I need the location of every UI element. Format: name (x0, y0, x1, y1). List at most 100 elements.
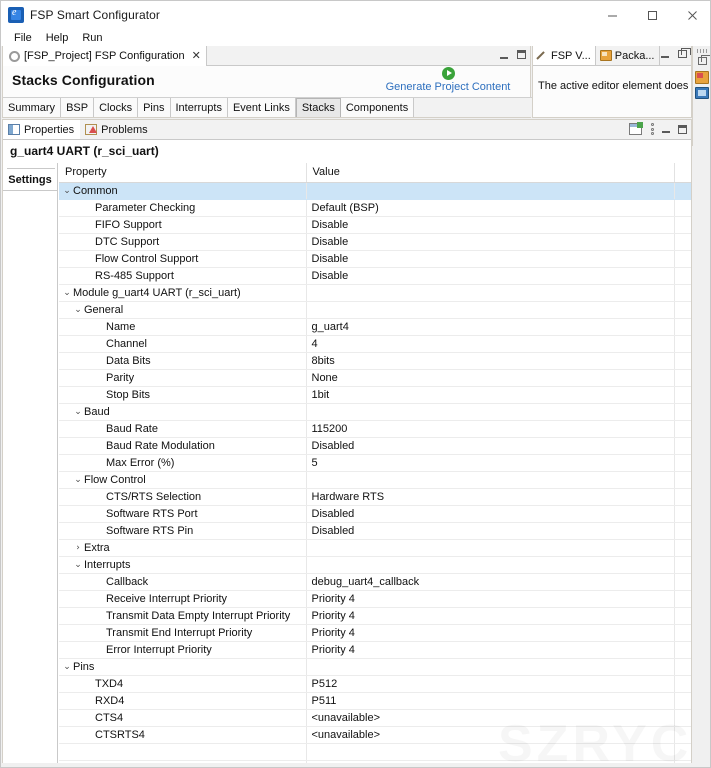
cell-property[interactable]: ›Extra (59, 539, 306, 556)
cell-property[interactable]: ⌄Baud (59, 403, 306, 420)
generate-project-content-label[interactable]: Generate Project Content (372, 81, 524, 93)
cell-value[interactable]: Priority 4 (306, 590, 674, 607)
cell-property[interactable]: Data Bits (59, 352, 306, 369)
table-row[interactable]: Software RTS PinDisabled (59, 522, 691, 539)
cell-value[interactable]: <unavailable> (306, 709, 674, 726)
menu-help[interactable]: Help (39, 31, 76, 45)
table-row[interactable]: DTC SupportDisable (59, 233, 691, 250)
minimize-icon[interactable] (661, 50, 669, 58)
cell-value[interactable]: Priority 4 (306, 624, 674, 641)
cell-property[interactable]: Callback (59, 573, 306, 590)
column-header-property[interactable]: Property (59, 163, 306, 182)
table-row[interactable]: Data Bits8bits (59, 352, 691, 369)
cell-value[interactable]: Disable (306, 267, 674, 284)
cell-property[interactable]: CTS4 (59, 709, 306, 726)
table-row[interactable]: Baud Rate ModulationDisabled (59, 437, 691, 454)
cell-value[interactable]: g_uart4 (306, 318, 674, 335)
cell-value[interactable]: <unavailable> (306, 726, 674, 743)
table-row[interactable]: ⌄Baud (59, 403, 691, 420)
cell-property[interactable]: Stop Bits (59, 386, 306, 403)
cell-value[interactable]: 5 (306, 454, 674, 471)
restore-icon[interactable] (678, 50, 687, 58)
console-icon[interactable] (695, 87, 709, 99)
cell-value[interactable]: Priority 4 (306, 607, 674, 624)
cell-property[interactable]: ⌄General (59, 301, 306, 318)
close-icon[interactable]: ✕ (192, 51, 201, 62)
tab-bsp[interactable]: BSP (61, 98, 94, 117)
chevron-down-icon[interactable]: ⌄ (61, 183, 73, 199)
tab-summary[interactable]: Summary (3, 98, 61, 117)
chevron-down-icon[interactable]: ⌄ (61, 659, 73, 675)
table-row[interactable]: ⌄Module g_uart4 UART (r_sci_uart) (59, 284, 691, 301)
tab-components[interactable]: Components (341, 98, 414, 117)
cell-value[interactable]: Priority 4 (306, 641, 674, 658)
cell-property[interactable]: Error Interrupt Priority (59, 641, 306, 658)
table-row[interactable]: ⌄General (59, 301, 691, 318)
chevron-down-icon[interactable]: ⌄ (72, 472, 84, 488)
tab-properties[interactable]: Properties (3, 120, 80, 139)
cell-property[interactable]: Flow Control Support (59, 250, 306, 267)
table-row[interactable]: Error Interrupt PriorityPriority 4 (59, 641, 691, 658)
table-row[interactable]: RS-485 SupportDisable (59, 267, 691, 284)
cell-value[interactable]: 8bits (306, 352, 674, 369)
chevron-down-icon[interactable]: ⌄ (72, 404, 84, 420)
table-row[interactable]: ⌄Flow Control (59, 471, 691, 488)
table-row[interactable]: Software RTS PortDisabled (59, 505, 691, 522)
cell-value[interactable]: P511 (306, 692, 674, 709)
tab-stacks[interactable]: Stacks (296, 98, 341, 117)
table-row[interactable]: ⌄Pins (59, 658, 691, 675)
table-row[interactable]: ⌄Common (59, 182, 691, 199)
chevron-down-icon[interactable]: ⌄ (72, 302, 84, 318)
property-table-container[interactable]: Property Value ⌄CommonParameter Checking… (59, 163, 691, 767)
cell-value[interactable]: Disable (306, 250, 674, 267)
cell-value[interactable]: Hardware RTS (306, 488, 674, 505)
cell-value[interactable]: Default (BSP) (306, 199, 674, 216)
cell-value[interactable] (306, 284, 674, 301)
cell-value[interactable]: Disable (306, 233, 674, 250)
tab-interrupts[interactable]: Interrupts (171, 98, 228, 117)
close-button[interactable] (672, 1, 711, 29)
cell-value[interactable]: Disabled (306, 522, 674, 539)
cell-property[interactable]: RXD4 (59, 692, 306, 709)
cell-value[interactable] (306, 743, 674, 760)
table-row[interactable]: Receive Interrupt PriorityPriority 4 (59, 590, 691, 607)
cell-property[interactable]: Software RTS Pin (59, 522, 306, 539)
menu-run[interactable]: Run (75, 31, 109, 45)
cell-property[interactable]: Parameter Checking (59, 199, 306, 216)
rail-grip[interactable] (697, 49, 708, 53)
cell-value[interactable] (306, 403, 674, 420)
tab-event-links[interactable]: Event Links (228, 98, 296, 117)
new-window-icon[interactable] (629, 123, 642, 135)
cell-property[interactable]: Name (59, 318, 306, 335)
table-row[interactable]: Stop Bits1bit (59, 386, 691, 403)
cell-value[interactable]: 1bit (306, 386, 674, 403)
view-menu-icon[interactable] (650, 123, 654, 135)
table-row[interactable]: FIFO SupportDisable (59, 216, 691, 233)
table-row[interactable]: CTSRTS4<unavailable> (59, 726, 691, 743)
cell-value[interactable] (306, 658, 674, 675)
column-header-value[interactable]: Value (306, 163, 674, 182)
cell-property[interactable]: Max Error (%) (59, 454, 306, 471)
cell-property[interactable]: Receive Interrupt Priority (59, 590, 306, 607)
cell-property[interactable]: TXD4 (59, 675, 306, 692)
cell-property[interactable]: ⌄Pins (59, 658, 306, 675)
cell-value[interactable] (306, 182, 674, 199)
minimize-icon[interactable] (662, 125, 670, 133)
cell-property[interactable]: Baud Rate (59, 420, 306, 437)
cell-property[interactable]: Baud Rate Modulation (59, 437, 306, 454)
cell-property[interactable] (59, 743, 306, 760)
tab-fsp-visualization[interactable]: FSP V... (533, 46, 596, 65)
table-row-empty[interactable] (59, 743, 691, 760)
cell-property[interactable]: Parity (59, 369, 306, 386)
table-row[interactable]: ParityNone (59, 369, 691, 386)
chevron-down-icon[interactable]: ⌄ (72, 557, 84, 573)
minimize-icon[interactable] (500, 51, 508, 59)
cell-property[interactable]: ⌄Interrupts (59, 556, 306, 573)
menu-file[interactable]: File (7, 31, 39, 45)
cell-value[interactable]: 115200 (306, 420, 674, 437)
editor-tab-fsp-configuration[interactable]: [FSP_Project] FSP Configuration ✕ (3, 46, 207, 66)
cell-value[interactable]: Disabled (306, 437, 674, 454)
table-row[interactable]: Parameter CheckingDefault (BSP) (59, 199, 691, 216)
table-row[interactable]: CTS/RTS SelectionHardware RTS (59, 488, 691, 505)
table-row[interactable]: Channel4 (59, 335, 691, 352)
